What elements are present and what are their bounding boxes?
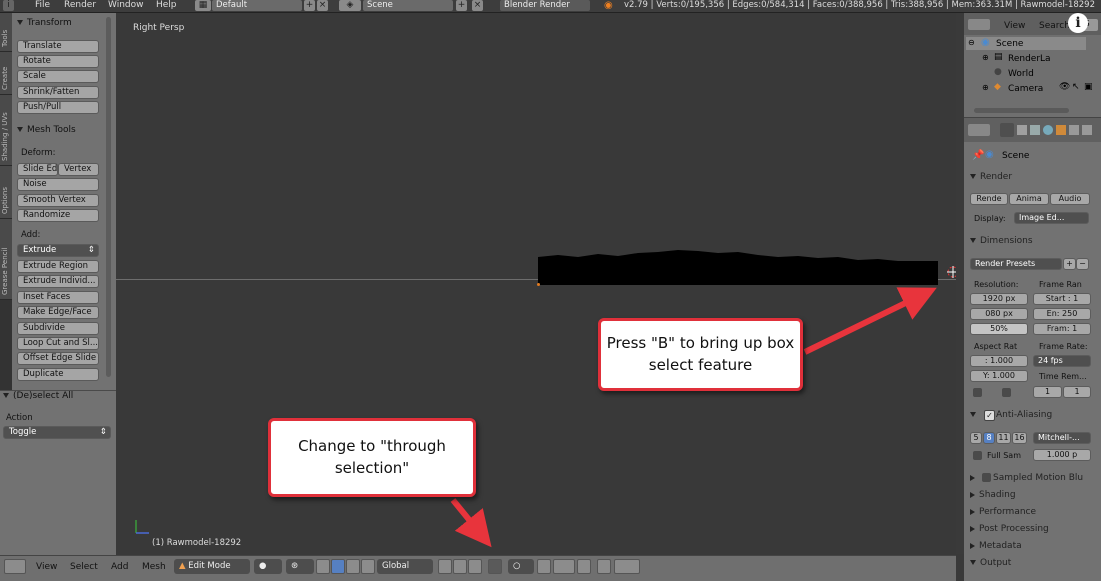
box-select-callout: Press "B" to bring up box select feature — [598, 318, 803, 391]
arrow-to-3d-cursor — [803, 287, 937, 355]
through-selection-callout: Change to "through selection" — [268, 418, 476, 497]
arrow-to-limit-selection — [450, 498, 492, 548]
annotation-arrows — [450, 287, 937, 548]
